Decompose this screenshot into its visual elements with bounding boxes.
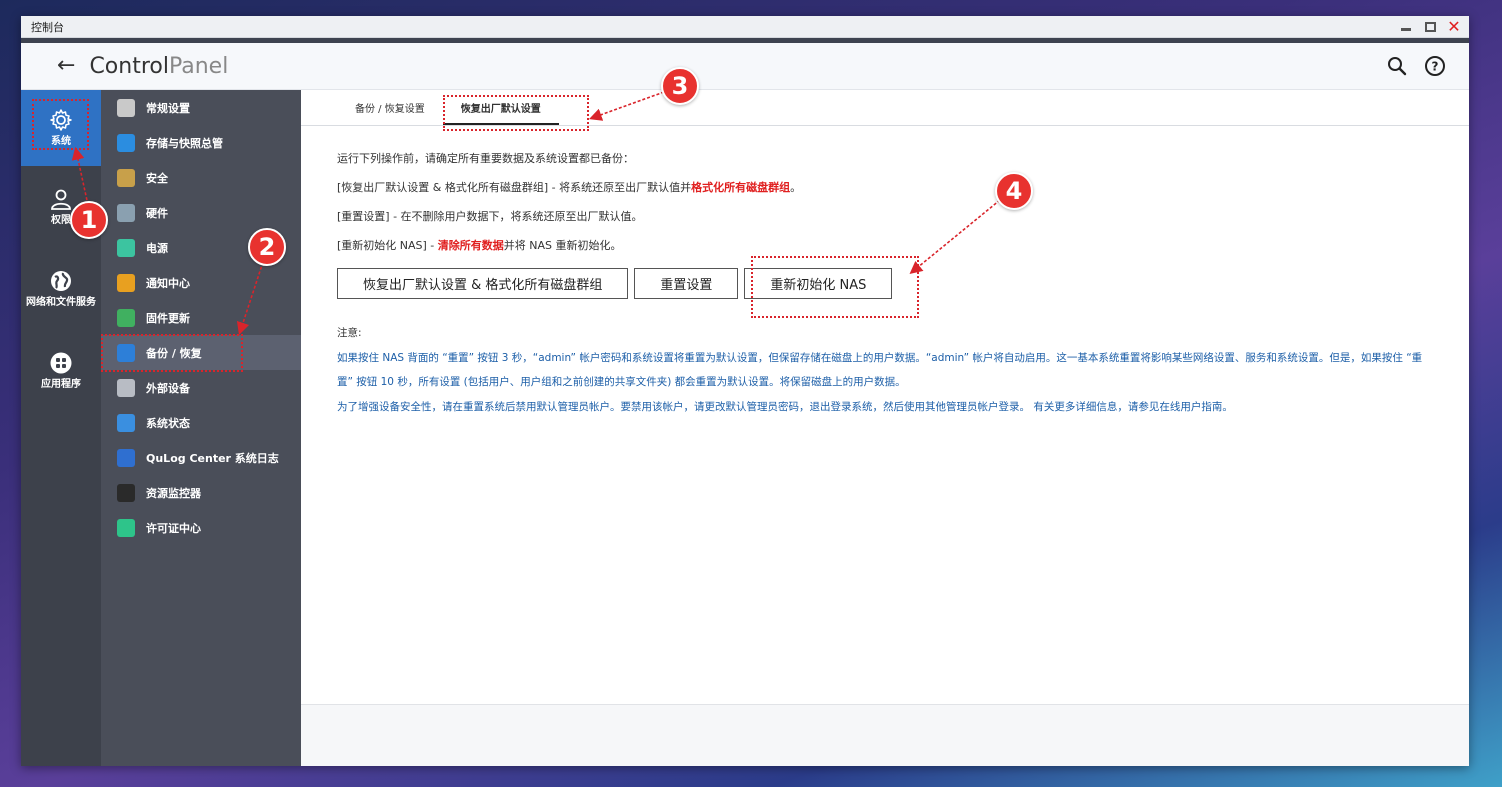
menu-item-external-device[interactable]: 外部设备 bbox=[101, 370, 301, 405]
intro-text: 运行下列操作前，请确定所有重要数据及系统设置都已备份： bbox=[337, 152, 634, 165]
menu-item-label: 外部设备 bbox=[146, 381, 190, 395]
menu-item-lock[interactable]: 安全 bbox=[101, 160, 301, 195]
menu-item-system-status[interactable]: 系统状态 bbox=[101, 405, 301, 440]
close-icon: ✕ bbox=[1447, 16, 1461, 36]
search-icon[interactable] bbox=[1385, 54, 1409, 78]
step-badge-3: 3 bbox=[661, 67, 699, 105]
menu-item-storage[interactable]: 存储与快照总管 bbox=[101, 125, 301, 160]
menu-item-label: 资源监控器 bbox=[146, 486, 201, 500]
step-badge-1: 1 bbox=[70, 201, 108, 239]
system-status-icon bbox=[117, 413, 135, 432]
factory-format-description: [恢复出厂默认设置 & 格式化所有磁盘群组] - 将系统还原至出厂默认值并格式化… bbox=[337, 181, 1469, 195]
lock-icon bbox=[117, 168, 135, 187]
desc-text: [重新初始化 NAS] - bbox=[337, 239, 438, 252]
menu-item-label: 电源 bbox=[146, 241, 168, 255]
power-icon bbox=[117, 238, 135, 257]
menu-item-general-settings[interactable]: 常规设置 bbox=[101, 90, 301, 125]
note-reset-button: 如果按住 NAS 背面的 “重置” 按钮 3 秒，“admin” 帐户密码和系统… bbox=[337, 351, 1423, 389]
qulog-icon bbox=[117, 448, 135, 467]
license-icon bbox=[117, 518, 135, 537]
desc-text: 。 bbox=[790, 181, 802, 194]
menu-item-label: 硬件 bbox=[146, 206, 168, 220]
notification-icon bbox=[117, 273, 135, 292]
menu-item-license[interactable]: 许可证中心 bbox=[101, 510, 301, 545]
back-arrow-icon[interactable]: ← bbox=[57, 55, 75, 77]
brand-bold: Control bbox=[89, 53, 169, 79]
rail-label: 应用程序 bbox=[41, 379, 81, 390]
control-panel-window: 控制台 ✕ ← ControlPanel ? 系统 权限 网络和文件服务 应用程… bbox=[21, 16, 1469, 766]
svg-text:?: ? bbox=[1432, 60, 1439, 74]
note-security: 为了增强设备安全性，请在重置系统后禁用默认管理员帐户。要禁用该帐户，请更改默认管… bbox=[337, 400, 1233, 413]
menu-item-firmware[interactable]: 固件更新 bbox=[101, 300, 301, 335]
rail-label: 网络和文件服务 bbox=[26, 297, 96, 308]
menu-item-hardware[interactable]: 硬件 bbox=[101, 195, 301, 230]
rail-item-network[interactable]: 网络和文件服务 bbox=[21, 248, 101, 330]
highlight-backup-menu bbox=[101, 334, 243, 372]
app-header: ← ControlPanel ? bbox=[21, 43, 1469, 90]
highlight-system-rail bbox=[32, 99, 89, 150]
reset-settings-button[interactable]: 重置设置 bbox=[634, 268, 739, 299]
minimize-icon bbox=[1401, 28, 1411, 31]
general-settings-icon bbox=[117, 98, 135, 117]
close-button[interactable]: ✕ bbox=[1447, 16, 1461, 36]
title-bar: 控制台 ✕ bbox=[21, 16, 1469, 38]
content-footer bbox=[301, 704, 1469, 766]
menu-item-label: 存储与快照总管 bbox=[146, 136, 223, 150]
storage-icon bbox=[117, 133, 135, 152]
menu-item-label: QuLog Center 系统日志 bbox=[146, 451, 279, 465]
warning-text: 格式化所有磁盘群组 bbox=[691, 181, 791, 194]
app-brand: ControlPanel bbox=[89, 54, 228, 79]
desc-text: [恢复出厂默认设置 & 格式化所有磁盘群组] - 将系统还原至出厂默认值并 bbox=[337, 181, 692, 194]
menu-item-label: 固件更新 bbox=[146, 311, 190, 325]
minimize-button[interactable] bbox=[1399, 20, 1413, 34]
window-title: 控制台 bbox=[31, 20, 64, 34]
help-icon[interactable]: ? bbox=[1423, 54, 1447, 78]
globe-icon bbox=[51, 271, 71, 291]
menu-item-label: 许可证中心 bbox=[146, 521, 201, 535]
apps-icon bbox=[50, 352, 72, 374]
menu-item-qulog[interactable]: QuLog Center 系统日志 bbox=[101, 440, 301, 475]
tab-backup-restore-settings[interactable]: 备份 / 恢复设置 bbox=[343, 100, 437, 125]
resource-monitor-icon bbox=[117, 483, 135, 502]
rail-label: 权限 bbox=[51, 215, 71, 226]
warning-text: 清除所有数据 bbox=[437, 239, 504, 252]
user-icon bbox=[51, 189, 71, 210]
menu-item-label: 通知中心 bbox=[146, 276, 190, 290]
maximize-button[interactable] bbox=[1423, 20, 1437, 34]
factory-reset-format-button[interactable]: 恢复出厂默认设置 & 格式化所有磁盘群组 bbox=[337, 268, 629, 299]
highlight-reinit-button bbox=[751, 256, 919, 318]
category-rail: 系统 权限 网络和文件服务 应用程序 bbox=[21, 90, 101, 766]
reset-settings-description: [重置设置] - 在不删除用户数据下，将系统还原至出厂默认值。 bbox=[337, 210, 643, 223]
content-panel: 备份 / 恢复设置 恢复出厂默认设置 运行下列操作前，请确定所有重要数据及系统设… bbox=[301, 90, 1469, 766]
menu-item-resource-monitor[interactable]: 资源监控器 bbox=[101, 475, 301, 510]
maximize-icon bbox=[1424, 21, 1436, 32]
rail-item-apps[interactable]: 应用程序 bbox=[21, 330, 101, 412]
highlight-factory-tab bbox=[443, 95, 589, 131]
external-device-icon bbox=[117, 378, 135, 397]
menu-item-notification[interactable]: 通知中心 bbox=[101, 265, 301, 300]
menu-item-label: 安全 bbox=[146, 171, 168, 185]
system-menu: 常规设置 存储与快照总管 安全 硬件 电源 通知中心 固件更新 备份 / 恢复 外部设备 系统状态… bbox=[101, 90, 301, 766]
step-badge-2: 2 bbox=[248, 228, 286, 266]
note-heading: 注意: bbox=[337, 327, 362, 339]
desc-text: 并将 NAS 重新初始化。 bbox=[503, 239, 622, 252]
note-section: 注意: 如果按住 NAS 背面的 “重置” 按钮 3 秒，“admin” 帐户密… bbox=[337, 321, 1469, 419]
hardware-icon bbox=[117, 203, 135, 222]
step-badge-4: 4 bbox=[995, 172, 1033, 210]
reinitialize-description: [重新初始化 NAS] - 清除所有数据并将 NAS 重新初始化。 bbox=[337, 239, 1469, 253]
menu-item-label: 常规设置 bbox=[146, 101, 190, 115]
menu-item-label: 系统状态 bbox=[146, 416, 190, 430]
brand-light: Panel bbox=[168, 53, 229, 79]
firmware-icon bbox=[117, 308, 135, 327]
